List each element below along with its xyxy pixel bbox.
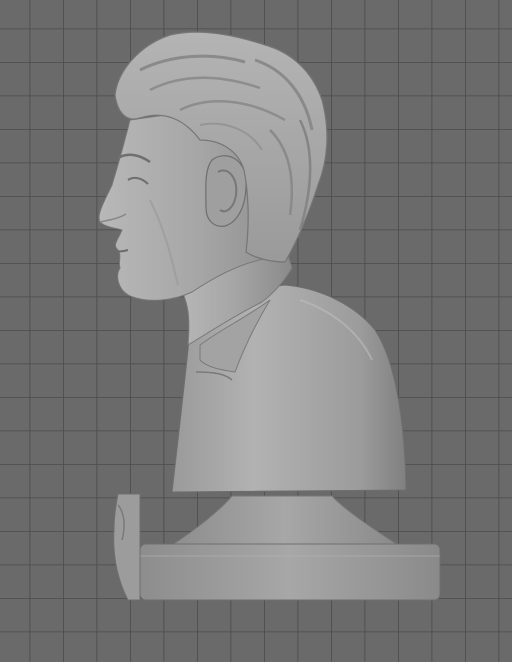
pedestal-base bbox=[113, 493, 441, 601]
bust-model[interactable] bbox=[0, 0, 512, 662]
3d-viewport[interactable] bbox=[0, 0, 512, 662]
